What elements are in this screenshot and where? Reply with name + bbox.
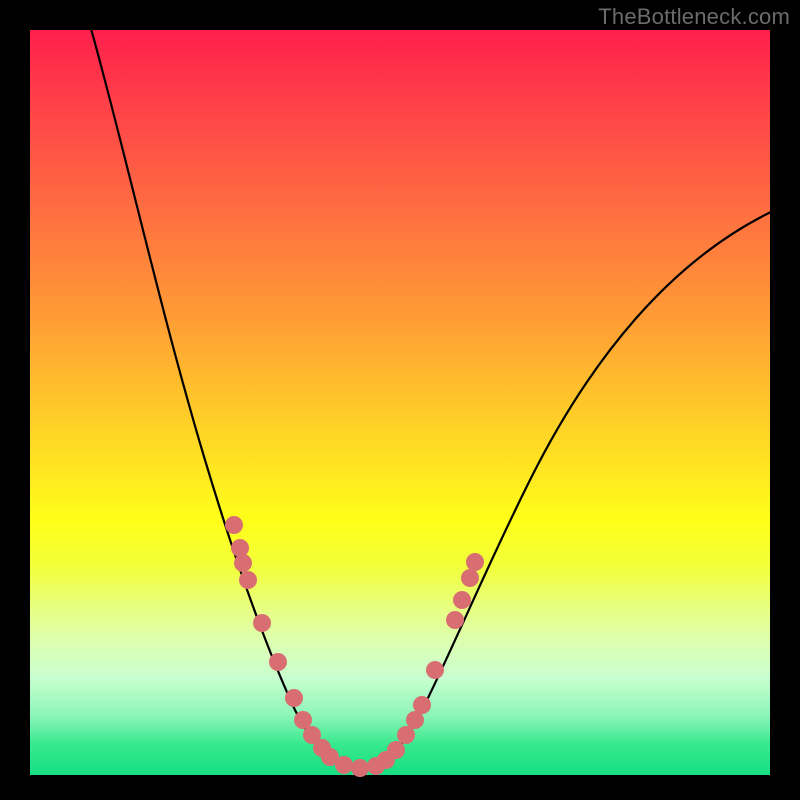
dot <box>397 726 415 744</box>
marker-dots <box>225 516 484 777</box>
dot <box>294 711 312 729</box>
chart-frame: TheBottleneck.com <box>0 0 800 800</box>
plot-area <box>30 30 770 775</box>
dot <box>461 569 479 587</box>
dot <box>225 516 243 534</box>
dot <box>466 553 484 571</box>
dot <box>234 554 252 572</box>
dot <box>285 689 303 707</box>
dot <box>269 653 287 671</box>
dot <box>253 614 271 632</box>
curve-svg <box>30 30 770 775</box>
dot <box>446 611 464 629</box>
curve-right-arm <box>360 210 775 770</box>
dot <box>239 571 257 589</box>
watermark-text: TheBottleneck.com <box>598 4 790 30</box>
curve-left-arm <box>90 25 360 770</box>
dot <box>453 591 471 609</box>
dot <box>426 661 444 679</box>
dot <box>387 741 405 759</box>
dot <box>413 696 431 714</box>
dot <box>351 759 369 777</box>
dot <box>231 539 249 557</box>
dot <box>335 756 353 774</box>
bottleneck-curve <box>90 25 775 770</box>
